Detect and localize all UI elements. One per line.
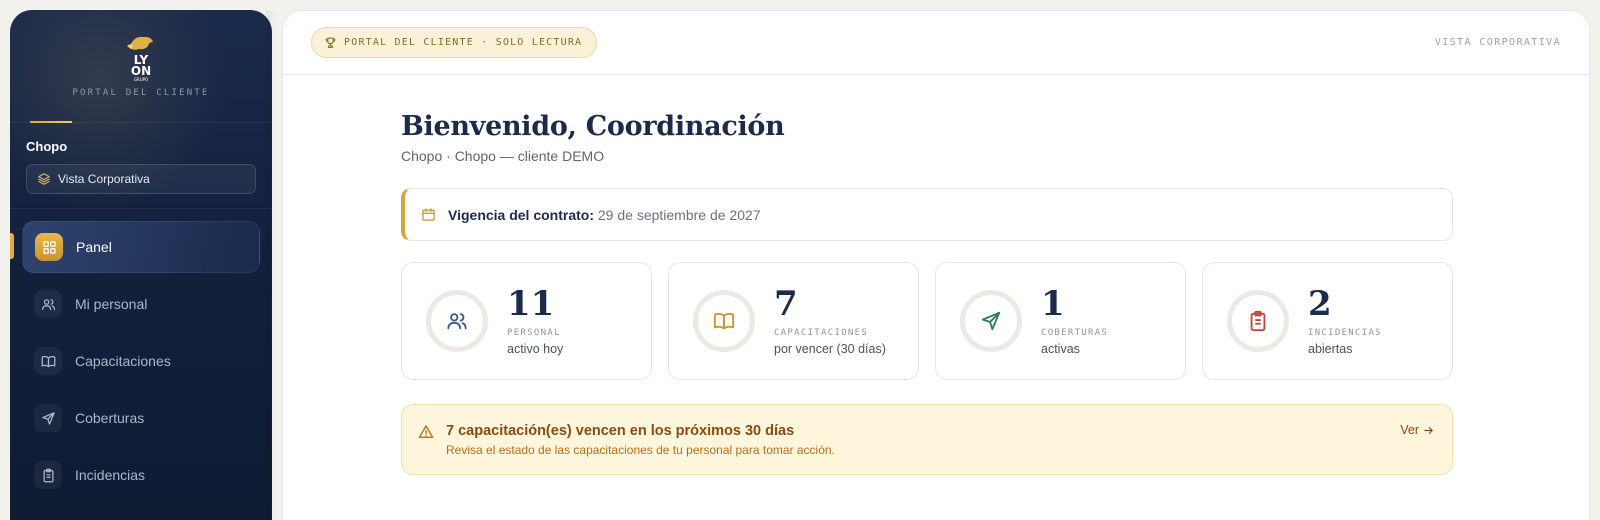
read-only-badge: PORTAL DEL CLIENTE · SOLO LECTURA [311,27,598,58]
alert-view-link[interactable]: Ver [1400,423,1434,437]
book-icon [713,312,735,330]
stat-value: 7 [774,284,798,324]
main-panel: PORTAL DEL CLIENTE · SOLO LECTURA VISTA … [282,10,1590,520]
warning-icon [418,425,434,438]
page-title: Bienvenido, Coordinación [401,111,785,142]
lyon-logo-icon: LY ON GRUPO [127,36,153,82]
dashboard-content: Bienvenido, Coordinación Chopo · Chopo —… [401,111,1453,475]
send-icon [981,311,1001,331]
sidebar-item-label: Incidencias [75,467,146,483]
stat-description: activo hoy [507,342,564,356]
stat-card-capacitaciones[interactable]: 7 CAPACITACIONES por vencer (30 días) [668,262,919,380]
sidebar-item-label: Coberturas [75,410,145,426]
svg-text:ON: ON [131,64,151,78]
sidebar-item-mi-personal[interactable]: Mi personal [22,278,260,330]
send-icon [41,411,55,425]
sidebar-nav: Panel Mi personal Capacitaciones Cobertu… [10,209,272,518]
stat-label: PERSONAL [507,328,561,338]
dashboard-icon [42,240,56,254]
stats-row: 11 PERSONAL activo hoy 7 CAPACITACIONES … [401,262,1453,380]
view-indicator: VISTA CORPORATIVA [1434,37,1561,48]
clipboard-icon [43,468,53,482]
sidebar: LY ON GRUPO PORTAL DEL CLIENTE Chopo Vis… [10,10,272,520]
sidebar-item-capacitaciones[interactable]: Capacitaciones [22,335,260,387]
stat-card-incidencias[interactable]: 2 INCIDENCIAS abiertas [1202,262,1453,380]
expiring-trainings-alert: 7 capacitación(es) vencen en los próximo… [401,404,1453,475]
contract-label: Vigencia del contrato: [448,206,594,223]
alert-description: Revisa el estado de las capacitaciones d… [446,443,835,457]
stat-label: INCIDENCIAS [1308,328,1382,338]
contract-validity-banner: Vigencia del contrato: 29 de septiembre … [401,188,1453,241]
stat-description: por vencer (30 días) [774,342,886,356]
trophy-icon [325,37,336,48]
stat-description: activas [1041,342,1080,356]
sidebar-item-incidencias[interactable]: Incidencias [22,449,260,501]
sidebar-item-label: Mi personal [75,296,148,312]
stat-value: 1 [1041,284,1065,324]
page-subtitle: Chopo · Chopo — cliente DEMO [401,148,605,164]
topbar: PORTAL DEL CLIENTE · SOLO LECTURA VISTA … [283,11,1589,75]
users-icon [41,298,55,310]
client-block: Chopo Vista Corporativa [10,123,272,209]
book-icon [41,355,55,367]
active-nav-marker [10,233,14,259]
sidebar-item-coberturas[interactable]: Coberturas [22,392,260,444]
brand: LY ON GRUPO PORTAL DEL CLIENTE [10,10,272,123]
view-selector-label: Vista Corporativa [58,172,150,186]
sidebar-item-panel[interactable]: Panel [22,221,260,273]
sidebar-item-label: Capacitaciones [75,353,171,369]
stat-description: abiertas [1308,342,1353,356]
calendar-icon [422,208,435,221]
stat-card-coberturas[interactable]: 1 COBERTURAS activas [935,262,1186,380]
brand-subtitle: PORTAL DEL CLIENTE [72,88,210,98]
svg-text:GRUPO: GRUPO [134,77,148,82]
layers-icon [38,173,50,185]
alert-link-label: Ver [1400,423,1419,437]
users-icon [447,313,467,330]
stat-value: 2 [1308,284,1332,324]
sidebar-item-label: Panel [76,239,112,255]
contract-value: 29 de septiembre de 2027 [597,206,761,223]
stat-label: COBERTURAS [1041,328,1109,338]
stat-card-personal[interactable]: 11 PERSONAL activo hoy [401,262,652,380]
clipboard-icon [1250,310,1266,332]
stat-value: 11 [507,284,555,324]
arrow-right-icon [1424,426,1433,434]
stat-label: CAPACITACIONES [774,328,869,338]
alert-title: 7 capacitación(es) vencen en los próximo… [446,423,795,439]
badge-label: PORTAL DEL CLIENTE · SOLO LECTURA [344,37,583,48]
client-name: Chopo [26,139,68,154]
view-selector[interactable]: Vista Corporativa [26,164,256,194]
